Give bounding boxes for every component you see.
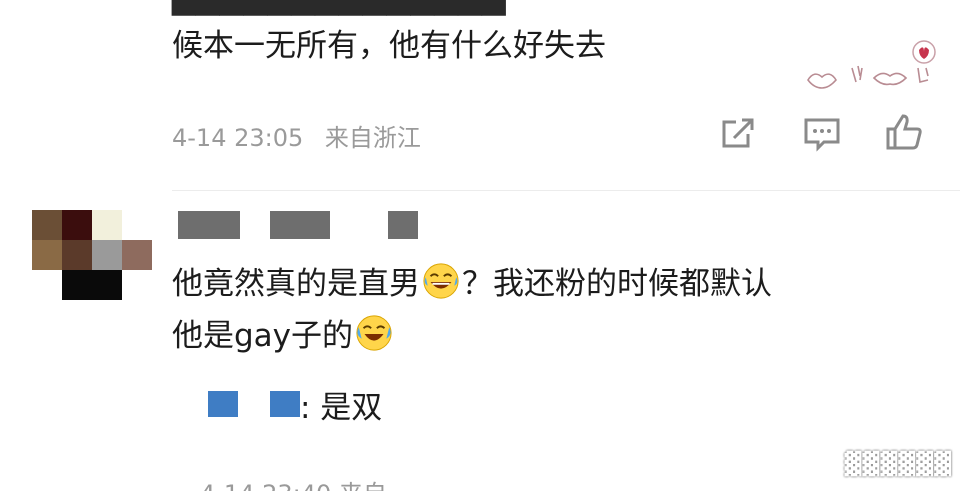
- watermark: ▓▓▓▓▓▓: [844, 452, 952, 477]
- comment-line1-text-2: ？我还粉的时候都默认: [462, 266, 772, 302]
- top-comment-text: 候本一无所有，他有什么好失去: [172, 26, 606, 66]
- bottom-meta-partial: 4-14 23:40 来自: [200, 474, 387, 491]
- top-comment-meta: 4-14 23:05 来自浙江: [172, 118, 435, 153]
- username-redacted-2[interactable]: [270, 211, 330, 239]
- comment-thread: ██████████████ 候本一无所有，他有什么好失去 4-14 23:05…: [0, 0, 960, 491]
- comment-line2-text: 他是gay子的: [172, 318, 354, 354]
- cut-off-text-line: ██████████████: [172, 0, 506, 18]
- second-comment-line2: 他是gay子的: [172, 310, 772, 362]
- like-icon[interactable]: [884, 112, 924, 152]
- comment-date: 4-14 23:05: [172, 124, 304, 152]
- second-comment-text: 他竟然真的是直男 ？我还粉的时候都默认 他是gay子的: [172, 258, 772, 362]
- comment-location: 来自浙江: [324, 124, 421, 152]
- laughing-crying-emoji: [356, 315, 392, 351]
- second-comment-line1: 他竟然真的是直男 ？我还粉的时候都默认: [172, 258, 772, 310]
- reply-username-redacted-1[interactable]: [208, 391, 238, 417]
- comment-line1-text: 他竟然真的是直男: [172, 266, 420, 302]
- avatar[interactable]: [32, 210, 152, 302]
- divider: [172, 190, 960, 191]
- top-comment-line2: 候本一无所有，他有什么好失去: [172, 28, 606, 64]
- bottom-date: 4-14 23:40: [200, 480, 331, 491]
- sticker-hands: [802, 38, 942, 92]
- username-redacted-1[interactable]: [178, 211, 240, 239]
- reply-username-redacted-2[interactable]: [270, 391, 300, 417]
- username-redacted-3[interactable]: [388, 211, 418, 239]
- bottom-location: 来自: [339, 480, 387, 491]
- comment-icon[interactable]: [802, 114, 842, 154]
- laughing-crying-emoji: [423, 263, 459, 299]
- reply-text: : 是双: [300, 390, 383, 426]
- share-icon[interactable]: [718, 114, 758, 154]
